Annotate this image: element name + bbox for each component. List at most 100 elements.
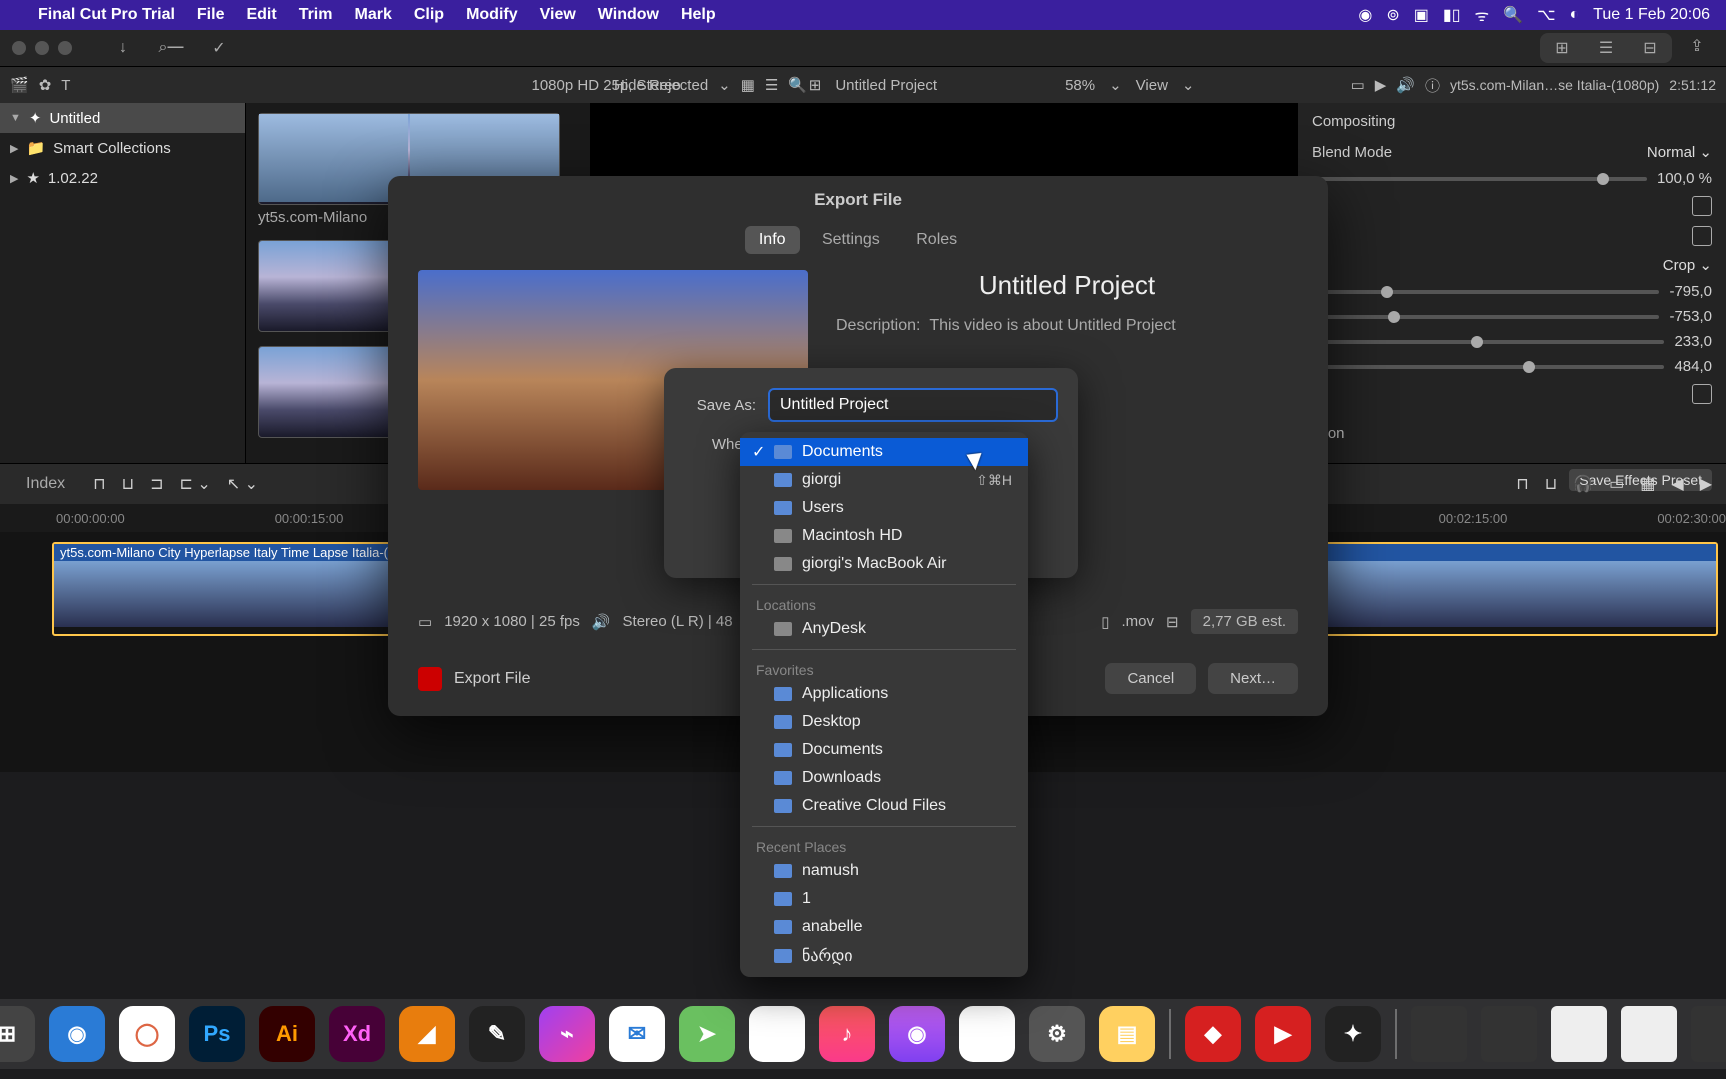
dock-app-maps[interactable]: ➤ xyxy=(679,1006,735,1062)
opacity-value[interactable]: 100,0 % xyxy=(1657,170,1712,187)
dropdown-item-macintosh-hd[interactable]: Macintosh HD xyxy=(740,522,1028,550)
save-as-input[interactable] xyxy=(768,388,1058,422)
crop-v3[interactable]: 233,0 xyxy=(1674,333,1712,350)
dock-app-photos[interactable]: ✿ xyxy=(749,1006,805,1062)
user-icon[interactable]: ◐ xyxy=(1570,6,1580,24)
status-record-icon[interactable]: ◉ xyxy=(1358,5,1372,25)
dropdown-item[interactable]: 1 xyxy=(740,885,1028,913)
crop-v4[interactable]: 484,0 xyxy=(1674,358,1712,375)
dock-app-chrome[interactable]: ◯ xyxy=(119,1006,175,1062)
distort-icon[interactable] xyxy=(1692,384,1712,404)
dock-window[interactable] xyxy=(1691,1006,1726,1062)
dock-app-safari[interactable]: ◉ xyxy=(49,1006,105,1062)
dropdown-item[interactable]: Applications xyxy=(740,680,1028,708)
control-center-icon[interactable]: ⌥ xyxy=(1537,5,1555,25)
dock-app-notes[interactable]: ▤ xyxy=(1099,1006,1155,1062)
battery-icon[interactable]: ▮▯ xyxy=(1443,5,1461,25)
insert-icon[interactable]: ⊔ xyxy=(122,474,134,494)
window-traffic-lights[interactable] xyxy=(12,41,72,55)
dock-app-launchpad[interactable]: ⊞ xyxy=(0,1006,35,1062)
dock-window[interactable] xyxy=(1621,1006,1677,1062)
menu-clip[interactable]: Clip xyxy=(414,6,444,24)
menu-mark[interactable]: Mark xyxy=(354,6,391,24)
next-button[interactable]: Next… xyxy=(1208,663,1298,694)
dock-app-xd[interactable]: Xd xyxy=(329,1006,385,1062)
inspector-tab-icon[interactable]: ⓘ xyxy=(1425,75,1440,96)
tab-roles[interactable]: Roles xyxy=(902,226,971,254)
menu-file[interactable]: File xyxy=(197,6,225,24)
audio-icon[interactable]: 🎧 xyxy=(1573,474,1593,494)
connect-icon[interactable]: ⊓ xyxy=(93,474,105,494)
dock-app[interactable]: ▶ xyxy=(1255,1006,1311,1062)
photos-icon[interactable]: ✿ xyxy=(39,76,52,94)
library-icon[interactable]: 🎬 xyxy=(10,76,29,94)
description-value[interactable]: This video is about Untitled Project xyxy=(929,317,1175,334)
dock-app[interactable]: ✎ xyxy=(469,1006,525,1062)
keyword-icon[interactable]: ⌕━ xyxy=(154,35,188,61)
dock-app-messenger[interactable]: ⌁ xyxy=(539,1006,595,1062)
share-icon[interactable]: ⇪ xyxy=(1680,33,1714,59)
dropdown-item-anydesk[interactable]: AnyDesk xyxy=(740,615,1028,643)
sidebar-item[interactable]: ▶ ★ 1.02.22 xyxy=(0,163,245,193)
sidebar-item[interactable]: ▶ 📁 Smart Collections xyxy=(0,133,245,163)
append-icon[interactable]: ⊐ xyxy=(150,474,163,494)
inspector-tab-icon[interactable]: 🔊 xyxy=(1396,76,1415,94)
blend-mode-row[interactable]: Blend Mode Normal ⌄ xyxy=(1312,138,1712,166)
tl-icon[interactable]: ⊓ xyxy=(1516,474,1528,494)
dock-app-mail[interactable]: ✉ xyxy=(609,1006,665,1062)
menu-help[interactable]: Help xyxy=(681,6,716,24)
render-icon[interactable]: ✓ xyxy=(202,35,236,61)
dropdown-item-users[interactable]: Users xyxy=(740,494,1028,522)
dropdown-item[interactable]: anabelle xyxy=(740,913,1028,941)
menu-window[interactable]: Window xyxy=(598,6,659,24)
dropdown-item-giorgi[interactable]: giorgi⇧⌘H xyxy=(740,466,1028,494)
wifi-icon[interactable]: ᯤ xyxy=(1475,4,1490,26)
chevron-down-icon[interactable]: ⌄ xyxy=(1109,76,1122,94)
dock-window[interactable] xyxy=(1481,1006,1537,1062)
browser-layout-segment[interactable]: ⊞☰⊟ xyxy=(1540,33,1672,63)
dock-app-illustrator[interactable]: Ai xyxy=(259,1006,315,1062)
cancel-button[interactable]: Cancel xyxy=(1105,663,1196,694)
dock-app-numbers[interactable]: ▥ xyxy=(959,1006,1015,1062)
dock-app-music[interactable]: ♪ xyxy=(819,1006,875,1062)
menu-edit[interactable]: Edit xyxy=(246,6,276,24)
zoom-level[interactable]: 58% xyxy=(1065,77,1095,94)
status-box-icon[interactable]: ▣ xyxy=(1414,5,1429,25)
status-cc-icon[interactable]: ⊚ xyxy=(1386,5,1399,25)
tl-icon[interactable]: ◀ xyxy=(1671,474,1683,494)
spotlight-icon[interactable]: 🔍 xyxy=(1503,5,1523,25)
dock-app-podcasts[interactable]: ◉ xyxy=(889,1006,945,1062)
overwrite-icon[interactable]: ⊏ ⌄ xyxy=(180,474,211,494)
crop-v1[interactable]: -795,0 xyxy=(1669,283,1712,300)
library-root[interactable]: ▼ ✦ Untitled xyxy=(0,103,245,133)
disclosure-icon[interactable]: ▶ xyxy=(10,172,18,185)
dropdown-item[interactable]: Desktop xyxy=(740,708,1028,736)
dock-app-blender[interactable]: ◢ xyxy=(399,1006,455,1062)
titles-icon[interactable]: T xyxy=(61,77,70,94)
dock-app-settings[interactable]: ⚙ xyxy=(1029,1006,1085,1062)
view-menu[interactable]: View xyxy=(1136,77,1168,94)
crop-icon-box[interactable] xyxy=(1692,226,1712,246)
inspector-tab-icon[interactable]: ▭ xyxy=(1351,76,1365,94)
index-button[interactable]: Index xyxy=(14,471,77,497)
dropdown-item-macbook[interactable]: giorgi's MacBook Air xyxy=(740,550,1028,578)
transform-icon[interactable] xyxy=(1692,196,1712,216)
where-dropdown[interactable]: Documents giorgi⇧⌘H Users Macintosh HD g… xyxy=(740,432,1028,977)
dropdown-item[interactable]: Documents xyxy=(740,736,1028,764)
dock-app[interactable]: ◆ xyxy=(1185,1006,1241,1062)
tool-select-icon[interactable]: ↖ ⌄ xyxy=(227,474,258,494)
menu-trim[interactable]: Trim xyxy=(299,6,333,24)
disclosure-icon[interactable]: ▶ xyxy=(10,142,18,155)
clock[interactable]: Tue 1 Feb 20:06 xyxy=(1593,6,1710,24)
app-name[interactable]: Final Cut Pro Trial xyxy=(38,6,175,24)
tl-icon[interactable]: ▭ xyxy=(1609,474,1624,494)
tab-info[interactable]: Info xyxy=(745,226,800,254)
chevron-down-icon[interactable]: ⌄ xyxy=(1182,76,1195,94)
menu-view[interactable]: View xyxy=(540,6,576,24)
dock-app-finalcut[interactable]: ✦ xyxy=(1325,1006,1381,1062)
tab-settings[interactable]: Settings xyxy=(808,226,894,254)
tl-icon[interactable]: ▶ xyxy=(1700,474,1712,494)
dropdown-item[interactable]: Downloads xyxy=(740,764,1028,792)
dock-window[interactable] xyxy=(1411,1006,1467,1062)
crop-v2[interactable]: -753,0 xyxy=(1669,308,1712,325)
